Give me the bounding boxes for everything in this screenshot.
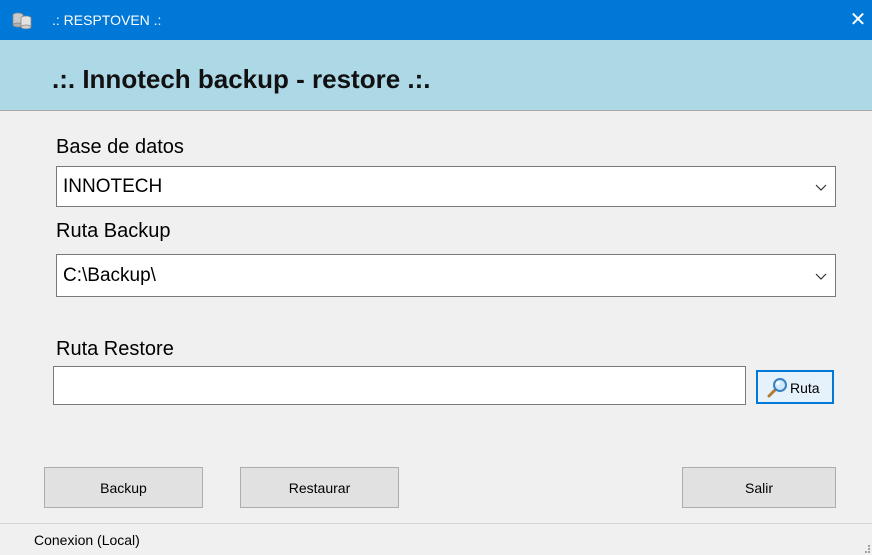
chevron-down-icon[interactable]	[815, 177, 827, 197]
restore-path-label: Ruta Restore	[56, 338, 174, 360]
exit-button[interactable]: Salir	[682, 467, 836, 508]
window-title: .: RESPTOVEN .:	[52, 12, 162, 28]
browse-restore-path-button[interactable]: Ruta	[756, 370, 834, 404]
connection-status: Conexion (Local)	[34, 532, 140, 548]
browse-button-label: Ruta	[790, 380, 820, 396]
backup-path-select[interactable]: C:\Backup\	[56, 254, 836, 297]
resize-grip-icon[interactable]	[862, 545, 870, 553]
backup-path-label: Ruta Backup	[56, 220, 171, 242]
chevron-down-icon[interactable]	[815, 266, 827, 286]
database-select-value: INNOTECH	[63, 176, 163, 197]
status-bar: Conexion (Local)	[0, 523, 872, 555]
title-bar[interactable]: .: RESPTOVEN .: ✕	[0, 0, 872, 40]
restore-path-input[interactable]	[53, 366, 746, 405]
backup-path-select-value: C:\Backup\	[63, 265, 156, 286]
restore-button-label: Restaurar	[288, 479, 351, 496]
database-icon	[12, 12, 32, 29]
backup-button-label: Backup	[100, 479, 147, 496]
close-button[interactable]: ✕	[846, 10, 870, 32]
page-title: .:. Innotech backup - restore .:.	[52, 64, 431, 94]
exit-button-label: Salir	[744, 479, 773, 496]
header-banner: .:. Innotech backup - restore .:.	[0, 40, 872, 111]
database-select[interactable]: INNOTECH	[56, 166, 836, 207]
database-label: Base de datos	[56, 136, 184, 158]
magnifier-icon	[767, 378, 787, 398]
close-icon: ✕	[849, 9, 867, 31]
restore-button[interactable]: Restaurar	[240, 467, 399, 508]
backup-button[interactable]: Backup	[44, 467, 203, 508]
